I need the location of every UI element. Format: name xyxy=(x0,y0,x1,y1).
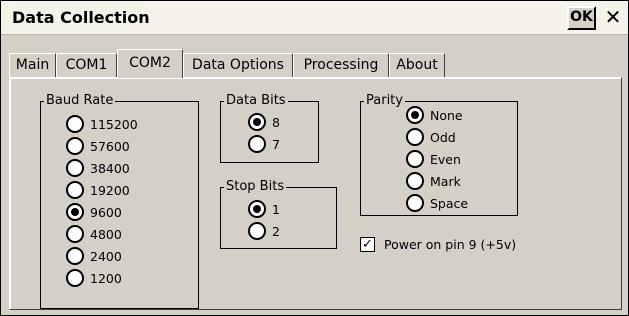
title-bar: Data Collection OK ✕ xyxy=(1,1,628,35)
radio-icon[interactable] xyxy=(406,128,424,146)
checkbox-checked-icon[interactable]: ✓ xyxy=(360,237,375,252)
radio-selected-icon[interactable] xyxy=(66,203,84,221)
ok-button[interactable]: OK xyxy=(567,6,596,30)
stop-bits-label: Stop Bits xyxy=(224,179,287,195)
radio-icon[interactable] xyxy=(66,225,84,243)
radio-icon[interactable] xyxy=(66,269,84,287)
baud-rate-group: Baud Rate 115200 57600 38400 19200 9600 xyxy=(40,93,199,309)
tab-com2[interactable]: COM2 xyxy=(117,49,183,78)
tab-strip: Main COM1 COM2 Data Options Processing A… xyxy=(9,49,622,78)
radio-icon[interactable] xyxy=(406,194,424,212)
tab-processing[interactable]: Processing xyxy=(293,53,389,77)
radio-icon[interactable] xyxy=(406,150,424,168)
baud-rate-label: Baud Rate xyxy=(44,93,116,109)
close-icon[interactable]: ✕ xyxy=(601,5,625,31)
radio-icon[interactable] xyxy=(66,137,84,155)
data-bits-label: Data Bits xyxy=(224,93,288,109)
radio-selected-icon[interactable] xyxy=(406,106,424,124)
parity-label: Parity xyxy=(364,93,405,109)
data-bits-group: Data Bits 8 7 xyxy=(220,93,319,163)
power-pin9-checkbox-row[interactable]: ✓ Power on pin 9 (+5v) xyxy=(360,237,550,257)
radio-icon[interactable] xyxy=(66,247,84,265)
com2-panel: Baud Rate 115200 57600 38400 19200 9600 xyxy=(9,77,622,310)
radio-icon[interactable] xyxy=(248,135,266,153)
radio-selected-icon[interactable] xyxy=(248,200,266,218)
tab-main[interactable]: Main xyxy=(9,53,56,77)
tab-about[interactable]: About xyxy=(389,53,445,77)
power-pin9-label: Power on pin 9 (+5v) xyxy=(384,237,517,252)
window-title: Data Collection xyxy=(12,8,150,27)
radio-icon[interactable] xyxy=(66,159,84,177)
radio-selected-icon[interactable] xyxy=(248,113,266,131)
radio-icon[interactable] xyxy=(248,222,266,240)
radio-icon[interactable] xyxy=(406,172,424,190)
stop-bits-group: Stop Bits 1 2 xyxy=(220,179,337,249)
radio-icon[interactable] xyxy=(66,115,84,133)
radio-icon[interactable] xyxy=(66,181,84,199)
tab-com1[interactable]: COM1 xyxy=(56,53,117,77)
data-collection-window: Data Collection OK ✕ Main COM1 COM2 Data… xyxy=(0,0,629,316)
tab-data-options[interactable]: Data Options xyxy=(183,53,293,77)
parity-group: Parity None Odd Even Mark Space xyxy=(360,93,518,216)
